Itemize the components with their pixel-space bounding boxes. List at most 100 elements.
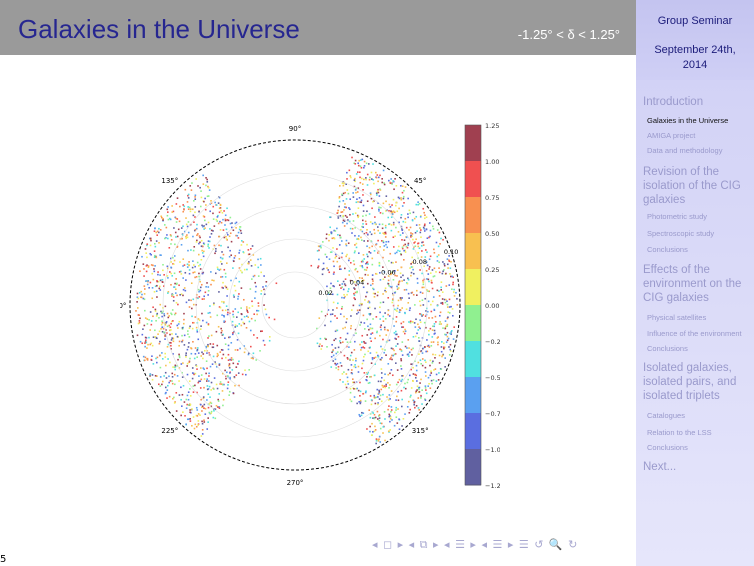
galaxy-point [380,388,383,391]
galaxy-point [161,383,163,386]
toc-section[interactable]: Effects of the environment on the CIG ga… [643,263,751,305]
toc-subsection[interactable]: Conclusions [647,245,688,254]
galaxy-point [444,301,447,304]
galaxy-point [366,261,369,263]
galaxy-point [212,218,215,220]
galaxy-point [433,325,436,328]
galaxy-point [353,288,356,290]
galaxy-point [184,289,187,292]
galaxy-point [401,398,403,401]
galaxy-point [337,280,339,282]
galaxy-point [425,249,427,251]
galaxy-point [359,181,362,184]
galaxy-point [325,338,327,341]
galaxy-point [377,440,380,442]
galaxy-point [189,210,192,213]
colorbar-segment [465,377,481,414]
toc-subsection[interactable]: Influence of the environment [647,329,742,338]
toc-subsection[interactable]: Data and methodology [647,146,722,155]
galaxy-point [387,408,389,411]
galaxy-point [202,215,205,217]
galaxy-point [183,318,185,321]
galaxy-point [345,338,347,341]
galaxy-point [220,209,222,212]
toc-subsection[interactable]: Relation to the LSS [647,428,712,437]
galaxy-point [405,236,408,239]
galaxy-point [226,233,229,236]
galaxy-point [223,210,225,212]
galaxy-point [365,214,367,217]
galaxy-point [403,279,405,281]
galaxy-point [429,364,431,367]
colorbar-tick-label: 0.00 [485,302,499,310]
toc-subsection[interactable]: Physical satellites [647,313,706,322]
galaxy-point [452,338,455,340]
beamer-navigation[interactable]: ◂ ◻ ▸ ◂ ⧉ ▸ ◂ ☰ ▸ ◂ ☰ ▸ ☰ ↺ 🔍 ↻ [372,538,578,552]
toc-subsection[interactable]: Spectroscopic study [647,229,714,238]
galaxy-point [180,414,182,417]
galaxy-point [176,218,179,220]
galaxy-point [355,357,357,360]
galaxy-point [205,204,207,206]
galaxy-point [154,227,156,230]
toc-subsection[interactable]: Catalogues [647,411,685,420]
galaxy-point [370,178,373,180]
galaxy-point [341,296,343,299]
galaxy-point [400,197,402,199]
galaxy-point [369,416,372,419]
galaxy-point [214,250,217,253]
galaxy-point [438,295,441,297]
galaxy-point [173,402,176,404]
galaxy-point [407,292,410,295]
toc-subsection[interactable]: Galaxies in the Universe [647,116,728,125]
outer-circle [129,139,461,471]
galaxy-point [204,413,207,415]
galaxy-point [426,264,429,267]
galaxy-point [193,357,196,360]
galaxy-point [194,194,197,197]
galaxy-point [233,257,236,259]
galaxy-point [381,178,383,180]
galaxy-point [237,295,240,298]
toc-section[interactable]: Isolated galaxies, isolated pairs, and i… [643,361,751,403]
galaxy-point [206,195,209,198]
galaxy-point [374,292,376,295]
toc-subsection[interactable]: AMIGA project [647,131,695,140]
galaxy-point [356,402,358,405]
galaxy-point [369,337,372,340]
galaxy-point [383,351,386,354]
galaxy-point [151,287,154,289]
galaxy-point [373,430,376,433]
galaxy-point [206,367,208,370]
galaxy-point [167,237,169,240]
galaxy-point [394,235,396,238]
toc-subsection[interactable]: Conclusions [647,344,688,353]
toc-subsection[interactable]: Conclusions [647,443,688,452]
galaxy-point [202,319,204,322]
angle-tick-label: 135° [161,177,178,185]
toc-section[interactable]: Introduction [643,95,751,109]
galaxy-point [171,205,173,207]
galaxy-point [183,208,185,211]
galaxy-point [334,257,337,259]
toc-subsection[interactable]: Photometric study [647,212,707,221]
galaxy-point [361,411,363,414]
galaxy-point [420,350,423,352]
galaxy-point [185,279,187,281]
galaxy-point [188,269,191,271]
galaxy-point [265,313,268,316]
galaxy-point [339,340,341,342]
galaxy-point [412,293,415,296]
galaxy-point [384,418,386,420]
galaxy-point [175,221,178,223]
toc-section[interactable]: Next... [643,460,751,474]
galaxy-point [185,423,187,426]
galaxy-point [188,206,191,209]
galaxy-point [336,293,339,296]
galaxy-point [197,288,200,291]
galaxy-point [341,193,343,196]
galaxy-point [250,265,253,267]
galaxy-point [164,352,166,355]
galaxy-point [345,206,347,209]
toc-section[interactable]: Revision of the isolation of the CIG gal… [643,165,751,207]
